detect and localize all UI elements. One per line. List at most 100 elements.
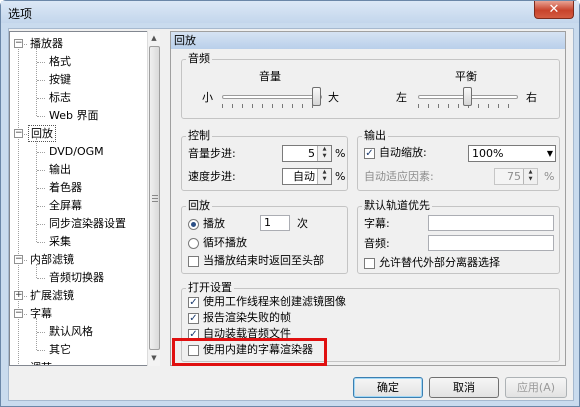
control-group-title: 控制 [186, 129, 212, 143]
tree-connector [37, 188, 45, 189]
speed-step-spinner[interactable]: 自动 ▲ ▼ [282, 168, 332, 185]
title-bar[interactable]: 选项 ✕ [1, 1, 579, 23]
apply-button[interactable]: 应用(A) [505, 377, 567, 398]
speed-step-unit: % [335, 170, 346, 183]
speed-step-buttons[interactable]: ▲ ▼ [317, 169, 331, 184]
rewind-checkbox[interactable] [188, 256, 199, 267]
loop-label[interactable]: 循环播放 [203, 236, 247, 250]
autofit-unit: % [544, 170, 555, 183]
autozoom-label[interactable]: 自动缩放: [379, 146, 427, 160]
tree-item[interactable]: 输出 [47, 161, 73, 178]
tree-item[interactable]: 按键 [47, 71, 73, 88]
autozoom-value: 100% [472, 147, 504, 160]
tree-connector [37, 242, 45, 243]
external-splitter-label[interactable]: 允许替代外部分离器选择 [379, 256, 500, 270]
tree-connector [37, 116, 45, 117]
scroll-grip-icon [152, 195, 158, 202]
spin-up-icon[interactable]: ▲ [318, 169, 331, 176]
check-icon: ✓ [189, 297, 198, 308]
tree-item[interactable]: 默认风格 [47, 323, 95, 340]
audio-group-title: 音频 [186, 52, 212, 66]
rewind-label[interactable]: 当播放结束时返回至头部 [203, 254, 324, 268]
cancel-button[interactable]: 取消 [429, 377, 499, 398]
scroll-down-icon[interactable]: ▼ [148, 351, 160, 365]
tree-connector [37, 98, 45, 99]
autozoom-select[interactable]: 100% ▼ [468, 145, 556, 162]
loop-radio[interactable] [188, 238, 199, 249]
collapse-icon[interactable]: − [14, 129, 23, 138]
tree-item[interactable]: 标志 [47, 89, 73, 106]
tree-item[interactable]: 格式 [47, 53, 73, 70]
spin-down-icon[interactable]: ▼ [318, 176, 331, 183]
tree-item[interactable]: 同步渲染器设置 [47, 215, 128, 232]
worker-thread-label[interactable]: 使用工作线程来创建滤镜图像 [203, 295, 346, 309]
report-fail-label[interactable]: 报告渲染失败的帧 [203, 311, 291, 325]
tree-connector [37, 278, 45, 279]
balance-slider-thumb[interactable] [463, 87, 472, 106]
tree-connector [37, 170, 45, 171]
tree-item[interactable]: Web 界面 [47, 107, 100, 124]
scroll-up-icon[interactable]: ▲ [148, 31, 160, 45]
tree-item[interactable]: 播放器 [28, 35, 65, 52]
tree-item[interactable]: 着色器 [47, 179, 84, 196]
combo-arrow-icon[interactable]: ▼ [547, 147, 553, 160]
collapse-icon[interactable]: − [14, 39, 23, 48]
spin-down-icon[interactable]: ▼ [524, 176, 537, 183]
spin-down-icon[interactable]: ▼ [318, 153, 331, 160]
tree-item[interactable]: 音频切换器 [47, 269, 106, 286]
tree-item[interactable]: 全屏幕 [47, 197, 84, 214]
output-group: 输出 ✓ 自动缩放: 100% ▼ 自动适应因素: 75 ▲ ▼ % [357, 129, 560, 191]
spin-up-icon[interactable]: ▲ [318, 146, 331, 153]
volume-step-spinner[interactable]: 5 ▲ ▼ [282, 145, 332, 162]
collapse-icon[interactable]: − [14, 309, 23, 318]
balance-label: 平衡 [455, 70, 477, 83]
control-group: 控制 音量步进: 5 ▲ ▼ % 速度步进: 自动 ▲ ▼ % [181, 129, 348, 191]
subtitle-track-label: 字幕: [364, 217, 390, 230]
tree-scrollbar[interactable]: ▲ ▼ [147, 31, 160, 366]
tree-item[interactable]: 字幕 [28, 305, 54, 322]
subtitle-track-input[interactable] [428, 215, 554, 231]
expand-icon[interactable]: + [14, 291, 23, 300]
scroll-thumb[interactable] [149, 46, 160, 350]
tree-item[interactable]: 其它 [47, 341, 73, 358]
volume-step-buttons[interactable]: ▲ ▼ [317, 146, 331, 161]
audio-track-input[interactable] [428, 235, 554, 251]
default-track-group: 默认轨道优先 字幕: 音频: 允许替代外部分离器选择 [357, 199, 560, 274]
tree-item[interactable]: 调节 [28, 359, 54, 365]
tree-connector [37, 62, 45, 63]
play-radio[interactable] [188, 219, 199, 230]
balance-left-label: 左 [396, 91, 407, 104]
autofit-spinner[interactable]: 75 ▲ ▼ [494, 168, 538, 185]
category-tree[interactable]: − 播放器 格式 按键 标志 Web 界面 − 回放 DVD/OGM 输出 着色器 全屏幕 同步渲染器设… [9, 31, 160, 366]
tree-item[interactable]: 采集 [47, 233, 73, 250]
volume-slider-track[interactable] [222, 95, 322, 99]
tree-connector [37, 206, 45, 207]
collapse-icon[interactable]: − [14, 255, 23, 264]
tree-item[interactable]: 扩展滤镜 [28, 287, 76, 304]
play-label[interactable]: 播放 [203, 217, 225, 231]
playback-group: 回放 播放 1 次 循环播放 当播放结束时返回至头部 [181, 199, 348, 274]
play-count-input[interactable]: 1 [260, 215, 290, 231]
ok-button[interactable]: 确定 [353, 377, 423, 398]
speed-step-value: 自动 [293, 170, 315, 183]
tree-item[interactable]: 内部滤镜 [28, 251, 76, 268]
worker-thread-checkbox[interactable]: ✓ [188, 297, 199, 308]
output-group-title: 输出 [362, 129, 388, 143]
volume-step-value: 5 [308, 147, 315, 160]
speed-step-label: 速度步进: [188, 170, 236, 183]
autozoom-checkbox[interactable]: ✓ [364, 148, 375, 159]
check-icon: ✓ [189, 313, 198, 324]
tree-item[interactable]: 回放 [28, 125, 56, 142]
report-fail-checkbox[interactable]: ✓ [188, 313, 199, 324]
external-splitter-checkbox[interactable] [364, 258, 375, 269]
volume-label: 音量 [259, 70, 281, 83]
spin-up-icon[interactable]: ▲ [524, 169, 537, 176]
volume-slider-thumb[interactable] [312, 87, 321, 106]
open-settings-group-title: 打开设置 [186, 281, 234, 295]
close-button[interactable]: ✕ [534, 1, 574, 19]
tree-connector [37, 80, 45, 81]
volume-step-unit: % [335, 147, 346, 160]
tree-branch-line [36, 318, 37, 350]
autofit-buttons[interactable]: ▲ ▼ [523, 169, 537, 184]
tree-item[interactable]: DVD/OGM [47, 143, 106, 160]
